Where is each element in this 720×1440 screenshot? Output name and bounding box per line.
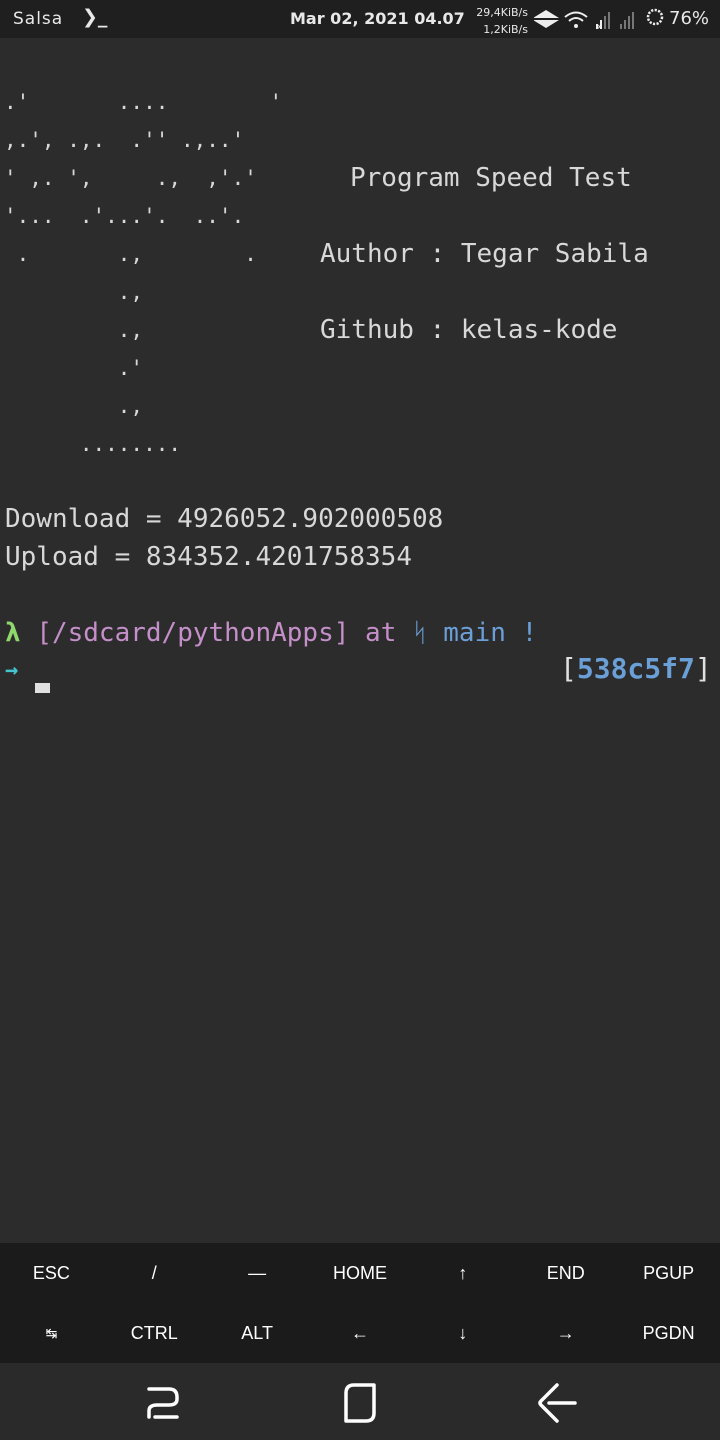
download-speed: 29,4KiB/s (476, 6, 528, 19)
key-end[interactable]: END (514, 1243, 617, 1303)
key-slash[interactable]: / (103, 1243, 206, 1303)
signal-icon (620, 12, 634, 29)
key-esc[interactable]: ESC (0, 1243, 103, 1303)
status-bar: Salsa ❯_ Mar 02, 2021 04.07 29,4KiB/s 1,… (0, 0, 720, 38)
author-line: Author : Tegar Sabila (320, 239, 649, 269)
recent-apps-icon[interactable] (141, 1381, 185, 1425)
terminal-cursor[interactable] (35, 683, 50, 693)
key-left[interactable]: ← (309, 1303, 412, 1363)
network-speed: 29,4KiB/s 1,2KiB/s (456, 4, 528, 38)
key-down[interactable]: ↓ (411, 1303, 514, 1363)
key-dash[interactable]: — (206, 1243, 309, 1303)
git-commit-hash-box: [538c5f7] (560, 652, 712, 685)
extra-keys-row-2: ↹ CTRL ALT ← ↓ → PGDN (0, 1303, 720, 1363)
status-datetime: Mar 02, 2021 04.07 (290, 9, 465, 28)
lambda-symbol: λ (5, 618, 21, 648)
home-icon[interactable] (338, 1381, 382, 1425)
git-branch-icon: ᛋ (412, 618, 428, 648)
program-title: Program Speed Test (350, 163, 632, 193)
key-right[interactable]: → (514, 1303, 617, 1363)
wifi-icon (564, 11, 588, 28)
hash-close-bracket: ] (694, 652, 712, 685)
ascii-logo: .' .... ' ,.', .,. .'' .,..' ' ,. ', ., … (4, 90, 283, 456)
status-icons: x (534, 10, 634, 31)
download-result: Download = 4926052.902000508 (5, 504, 444, 534)
extra-keys-bar: ESC / — HOME ↑ END PGUP ↹ CTRL ALT ← ↓ →… (0, 1243, 720, 1363)
back-icon[interactable] (535, 1381, 579, 1425)
navigation-bar (0, 1363, 720, 1440)
signal-x-icon: x (596, 12, 610, 31)
upload-result: Upload = 834352.4201758354 (5, 542, 412, 572)
data-transfer-icon (534, 10, 559, 28)
extra-keys-row-1: ESC / — HOME ↑ END PGUP (0, 1243, 720, 1303)
prompt-path: [/sdcard/pythonApps] (36, 618, 350, 648)
prompt-at: at (365, 618, 397, 648)
hash-open-bracket: [ (560, 652, 577, 685)
upload-speed: 1,2KiB/s (483, 23, 528, 36)
status-app-name: Salsa (13, 9, 64, 29)
git-dirty-flag: ! (521, 618, 538, 648)
github-line: Github : kelas-kode (320, 315, 618, 345)
key-up[interactable]: ↑ (411, 1243, 514, 1303)
terminal-prompt-icon: ❯_ (82, 6, 108, 28)
key-home[interactable]: HOME (309, 1243, 412, 1303)
git-commit-hash: 538c5f7 (576, 652, 695, 685)
battery-icon (646, 8, 664, 26)
svg-text:x: x (597, 22, 602, 31)
key-alt[interactable]: ALT (206, 1303, 309, 1363)
key-pgup[interactable]: PGUP (617, 1243, 720, 1303)
battery-level: 76% (669, 8, 710, 29)
key-ctrl[interactable]: CTRL (103, 1303, 206, 1363)
prompt-arrow: → (5, 658, 19, 683)
key-tab[interactable]: ↹ (0, 1303, 103, 1363)
key-pgdn[interactable]: PGDN (617, 1303, 720, 1363)
shell-prompt: λ [/sdcard/pythonApps] at ᛋ main ! (5, 618, 537, 648)
git-branch: main (443, 618, 506, 648)
